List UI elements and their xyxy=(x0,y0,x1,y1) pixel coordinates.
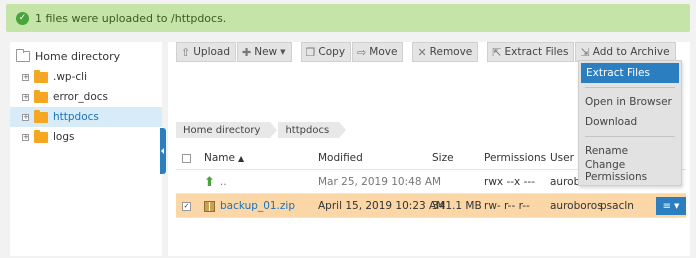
directory-tree: Home directory + .wp-cli + error_docs + … xyxy=(10,42,162,256)
sort-asc-icon: ▲ xyxy=(237,153,245,163)
user-column-header[interactable]: User xyxy=(550,146,574,170)
copy-button[interactable]: ❐ Copy xyxy=(300,42,352,62)
folder-icon xyxy=(34,109,48,123)
permissions[interactable]: rw- r-- r-- xyxy=(484,194,530,218)
upload-button[interactable]: ⇧ Upload xyxy=(176,42,237,62)
sidebar-item-logs[interactable]: + logs xyxy=(10,127,162,147)
extract-icon: ⇱ xyxy=(492,45,502,59)
expand-icon[interactable]: + xyxy=(22,133,29,141)
upload-success-notification: ✓ 1 files were uploaded to /httpdocs. xyxy=(6,4,690,32)
modified-date: April 15, 2019 10:23 AM xyxy=(318,200,446,212)
sidebar-item-label: error_docs xyxy=(53,91,109,103)
copy-icon: ❐ xyxy=(305,45,316,59)
expand-icon[interactable]: + xyxy=(22,73,29,81)
owner-user: auroboros xyxy=(550,200,603,212)
sidebar-item-label: logs xyxy=(53,131,75,143)
sidebar-item-error-docs[interactable]: + error_docs xyxy=(10,87,162,107)
breadcrumb: Home directory httpdocs xyxy=(176,122,347,138)
folder-icon xyxy=(34,129,48,143)
notification-message: 1 files were uploaded to /httpdocs. xyxy=(35,11,227,25)
owner-group: psacln xyxy=(600,200,634,212)
extract-files-button[interactable]: ⇱ Extract Files xyxy=(487,42,575,62)
size-column-header[interactable]: Size xyxy=(432,146,454,170)
file-size: 341.1 MB xyxy=(432,200,482,212)
remove-button[interactable]: ✕ Remove xyxy=(412,42,479,62)
menu-item-rename[interactable]: Rename xyxy=(579,141,681,161)
folder-icon xyxy=(34,89,48,103)
menu-item-open-in-browser[interactable]: Open in Browser xyxy=(579,92,681,112)
modified-date: Mar 25, 2019 10:48 AM xyxy=(318,176,442,188)
caret-down-icon: ▼ xyxy=(674,202,680,210)
move-arrow-icon: ⇨ xyxy=(357,45,367,59)
copy-label: Copy xyxy=(318,46,346,58)
file-name[interactable]: backup_01.zip xyxy=(220,200,295,212)
permissions-column-header[interactable]: Permissions xyxy=(484,146,546,170)
menu-item-change-permissions[interactable]: Change Permissions xyxy=(579,159,681,183)
select-all-checkbox[interactable] xyxy=(182,153,191,163)
breadcrumb-httpdocs[interactable]: httpdocs xyxy=(278,122,346,138)
parent-dir-arrow-icon: ⬆ xyxy=(204,174,215,190)
row-checkbox[interactable]: ✓ xyxy=(182,201,191,211)
caret-down-icon: ▼ xyxy=(280,48,286,56)
menu-divider xyxy=(585,87,675,88)
row-context-menu: Extract Files Open in Browser Download R… xyxy=(578,60,682,186)
upload-label: Upload xyxy=(193,46,231,58)
menu-item-download[interactable]: Download xyxy=(579,112,681,132)
add-to-archive-button[interactable]: ⇲ Add to Archive xyxy=(575,42,676,62)
move-button[interactable]: ⇨ Move xyxy=(352,42,404,62)
remove-x-icon: ✕ xyxy=(417,45,427,59)
new-label: New xyxy=(254,46,278,58)
tree-root[interactable]: Home directory xyxy=(10,45,162,67)
folder-icon xyxy=(16,48,30,62)
table-row[interactable]: ✓ backup_01.zip April 15, 2019 10:23 AM … xyxy=(176,194,686,218)
name-column-header[interactable]: Name ▲ xyxy=(204,146,244,170)
hamburger-icon: ≡ xyxy=(662,200,671,212)
sidebar-item-wp-cli[interactable]: + .wp-cli xyxy=(10,67,162,87)
expand-icon[interactable]: + xyxy=(22,113,29,121)
check-circle-icon: ✓ xyxy=(16,11,29,25)
extract-label: Extract Files xyxy=(504,46,569,58)
sidebar-collapse-handle[interactable] xyxy=(160,128,166,174)
new-button[interactable]: ✚ New ▼ xyxy=(237,42,292,62)
sidebar-item-label: httpdocs xyxy=(53,111,99,123)
tree-root-label: Home directory xyxy=(35,49,121,63)
folder-icon xyxy=(34,69,48,83)
menu-item-extract-files[interactable]: Extract Files xyxy=(581,63,679,83)
breadcrumb-home[interactable]: Home directory xyxy=(176,122,278,138)
upload-icon: ⇧ xyxy=(181,45,191,59)
zip-file-icon xyxy=(204,200,215,212)
file-name[interactable]: .. xyxy=(220,176,227,188)
modified-column-header[interactable]: Modified xyxy=(318,146,363,170)
remove-label: Remove xyxy=(429,46,473,58)
expand-icon[interactable]: + xyxy=(22,93,29,101)
add-archive-label: Add to Archive xyxy=(592,46,670,58)
archive-icon: ⇲ xyxy=(580,45,590,59)
toolbar: ⇧ Upload ✚ New ▼ ❐ Copy ⇨ Move ✕ Remove xyxy=(176,42,682,62)
move-label: Move xyxy=(369,46,398,58)
permissions[interactable]: rwx --x --- xyxy=(484,170,535,194)
menu-divider xyxy=(585,136,675,137)
sidebar-item-label: .wp-cli xyxy=(53,71,87,83)
name-header-label: Name xyxy=(204,152,235,164)
plus-icon: ✚ xyxy=(242,45,252,59)
sidebar-item-httpdocs[interactable]: + httpdocs xyxy=(10,107,162,127)
row-actions-menu-button[interactable]: ≡ ▼ xyxy=(656,197,686,215)
